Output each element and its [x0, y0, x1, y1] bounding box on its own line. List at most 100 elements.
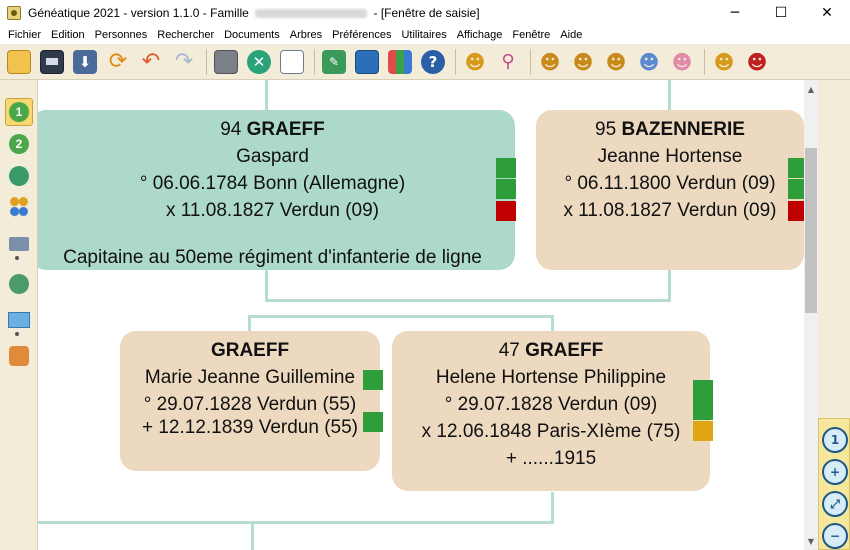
redo-button[interactable]: ↷ [169, 47, 199, 77]
zoom-panel: 1 + ⤢ − [818, 418, 850, 550]
zoom-in-icon[interactable]: + [822, 459, 848, 485]
connector-line [38, 521, 554, 524]
given-names: Gaspard [236, 146, 309, 167]
add-spouse-button[interactable]: ☻ [667, 47, 697, 77]
person-card-mother[interactable]: 95 BAZENNERIE Jeanne Hortense ° 06.11.18… [536, 110, 804, 270]
print-button[interactable] [211, 47, 241, 77]
person-card-child-2[interactable]: 47 GRAEFF Helene Hortense Philippine ° 2… [392, 331, 710, 491]
marriage-event: x 11.08.1827 Verdun (09) [165, 200, 380, 221]
generation-1-icon: 1 [9, 102, 29, 122]
status-marker-green[interactable] [496, 158, 516, 178]
given-names: Helene Hortense Philippine [435, 367, 667, 388]
add-person-button[interactable]: ☻ [709, 47, 739, 77]
menu-affichage[interactable]: Affichage [452, 29, 508, 41]
add-father-button[interactable]: ☻ [535, 47, 565, 77]
import-button[interactable]: ⬇ [70, 47, 100, 77]
palette-button[interactable] [385, 47, 415, 77]
title-bar: Généatique 2021 - version 1.1.0 - Famill… [0, 0, 850, 26]
menu-arbres[interactable]: Arbres [285, 29, 327, 41]
sosa-number: 94 [220, 119, 242, 140]
scroll-up-arrow-icon[interactable]: ▲ [804, 82, 818, 96]
status-marker-green[interactable] [693, 400, 713, 420]
menu-edition[interactable]: Edition [46, 29, 90, 41]
map-pin-button[interactable] [5, 306, 33, 334]
window-title: Généatique 2021 - version 1.1.0 - Famill… [28, 6, 480, 20]
window-button[interactable] [352, 47, 382, 77]
toolbar-separator [530, 48, 531, 75]
status-marker-red[interactable] [496, 201, 516, 221]
save-button[interactable] [37, 47, 67, 77]
zoom-fit-icon[interactable]: ⤢ [822, 491, 848, 517]
tree-branch-icon: ⚲ [501, 51, 515, 72]
status-marker-red[interactable] [788, 201, 804, 221]
add-child-icon: ☻ [638, 49, 660, 74]
add-spouse-icon: ☻ [671, 49, 693, 74]
app-window: Généatique 2021 - version 1.1.0 - Famill… [0, 0, 850, 550]
window-controls: ─ ☐ ✕ [712, 0, 850, 26]
status-marker-green[interactable] [788, 179, 804, 199]
person-card-father[interactable]: 94 GRAEFF Gaspard ° 06.06.1784 Bonn (All… [38, 110, 515, 270]
menu-fenetre[interactable]: Fenêtre [507, 29, 555, 41]
given-names: Jeanne Hortense [597, 146, 743, 167]
menu-fichier[interactable]: Fichier [3, 29, 46, 41]
minimize-button[interactable]: ─ [712, 0, 758, 26]
menu-preferences[interactable]: Préférences [327, 29, 396, 41]
status-marker-green[interactable] [788, 158, 804, 178]
add-sibling-button[interactable]: ☻ [601, 47, 631, 77]
connector-line [265, 80, 268, 110]
toolbar-separator [206, 48, 207, 75]
help-button[interactable]: ? [418, 47, 448, 77]
title-suffix: - [Fenêtre de saisie] [373, 6, 480, 20]
submenu-dot [15, 332, 19, 336]
tree-canvas: 94 GRAEFF Gaspard ° 06.06.1784 Bonn (All… [38, 80, 804, 550]
menu-aide[interactable]: Aide [555, 29, 587, 41]
app-logo-icon [7, 6, 21, 20]
printer-button[interactable] [5, 230, 33, 258]
given-names: Marie Jeanne Guillemine [144, 367, 356, 388]
status-marker-green[interactable] [363, 412, 383, 432]
menu-personnes[interactable]: Personnes [90, 29, 153, 41]
tree-branch-button[interactable]: ⚲ [493, 47, 523, 77]
document-button[interactable] [277, 47, 307, 77]
help-icon: ? [421, 49, 445, 74]
left-sidebar: 1 2 [0, 80, 38, 550]
status-marker-green[interactable] [363, 370, 383, 390]
generation-2-button[interactable]: 2 [5, 130, 33, 158]
maximize-button[interactable]: ☐ [758, 0, 804, 26]
death-event: + 12.12.1839 Verdun (55) [141, 417, 359, 438]
person-card-child-1[interactable]: GRAEFF Marie Jeanne Guillemine ° 29.07.1… [120, 331, 380, 471]
edit-button[interactable]: ✎ [319, 47, 349, 77]
person-search-icon: ☻ [464, 49, 486, 74]
vertical-scrollbar[interactable]: ▲ ▼ [804, 80, 818, 550]
menu-documents[interactable]: Documents [219, 29, 285, 41]
tools-button[interactable]: ✕ [244, 47, 274, 77]
sosa-number: 47 [498, 340, 520, 361]
tree-edit-button[interactable] [5, 162, 33, 190]
zoom-out-icon[interactable]: − [822, 523, 848, 549]
close-button[interactable]: ✕ [804, 0, 850, 26]
toolbar-separator [704, 48, 705, 75]
status-marker-orange[interactable] [693, 421, 713, 441]
generation-1-button[interactable]: 1 [5, 98, 33, 126]
undo-button[interactable]: ↶ [136, 47, 166, 77]
occupation-note: Capitaine au 50eme régiment d'infanterie… [63, 247, 482, 268]
zoom-1-1-icon[interactable]: 1 [822, 427, 848, 453]
refresh-button[interactable]: ⟳ [103, 47, 133, 77]
status-marker-green[interactable] [693, 380, 713, 400]
menu-rechercher[interactable]: Rechercher [152, 29, 219, 41]
status-marker-green[interactable] [496, 179, 516, 199]
scroll-down-arrow-icon[interactable]: ▼ [804, 534, 818, 548]
location-button[interactable] [5, 342, 33, 370]
edit-icon: ✎ [322, 49, 346, 74]
delete-person-icon: ☻ [746, 49, 768, 74]
person-search-button[interactable]: ☻ [460, 47, 490, 77]
add-child-button[interactable]: ☻ [634, 47, 664, 77]
scrollbar-thumb[interactable] [805, 148, 817, 313]
add-mother-button[interactable]: ☻ [568, 47, 598, 77]
tree-tools-button[interactable] [5, 270, 33, 298]
delete-person-button[interactable]: ☻ [742, 47, 772, 77]
connector-line [551, 315, 554, 331]
family-tree-button[interactable] [5, 192, 33, 220]
menu-utilitaires[interactable]: Utilitaires [396, 29, 451, 41]
open-button[interactable] [4, 47, 34, 77]
